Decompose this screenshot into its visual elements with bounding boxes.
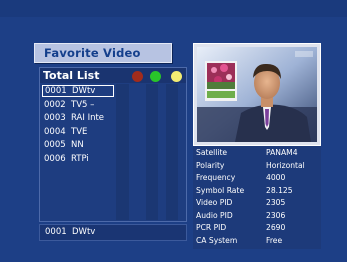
channel-name: RTPi	[71, 154, 89, 164]
info-row-pcr-pid: PCR PID 2690	[196, 222, 318, 233]
info-value: Horizontal	[266, 160, 305, 170]
current-channel-name: DWtv	[72, 227, 96, 237]
tv-menu-screen: Favorite Video Total List 0001 DWtv 0002 T…	[0, 0, 347, 262]
channel-number: 0005	[44, 140, 66, 150]
channel-info-panel: Satellite PANAM4 Polarity Horizontal Fre…	[193, 146, 321, 249]
video-preview	[197, 47, 317, 142]
info-row-polarity: Polarity Horizontal	[196, 160, 318, 171]
info-value: 28.125	[266, 185, 293, 195]
channel-row[interactable]: 0004 TVE	[42, 126, 114, 138]
menu-title-box: Favorite Video	[34, 43, 172, 63]
channel-number: 0006	[44, 154, 66, 164]
info-label: Frequency	[196, 173, 236, 182]
info-label: Audio PID	[196, 210, 233, 220]
yellow-key-icon[interactable]	[171, 71, 182, 82]
info-row-satellite: Satellite PANAM4	[196, 147, 318, 158]
info-row-ca-system: CA System Free	[196, 235, 318, 246]
channel-row[interactable]: 0002 TV5 –	[42, 99, 114, 111]
info-label: PCR PID	[196, 223, 227, 232]
channel-row[interactable]: 0003 RAI Inte	[42, 112, 114, 124]
info-label: Satellite	[196, 148, 228, 157]
info-row-video-pid: Video PID 2305	[196, 197, 318, 208]
column-divider	[116, 84, 129, 220]
channel-name: NN	[71, 140, 84, 150]
channel-list-panel: Total List 0001 DWtv 0002 TV5 – 0003 RAI In…	[39, 67, 187, 222]
info-value: Free	[266, 235, 283, 245]
news-anchor-image	[197, 47, 317, 142]
current-channel-text: 0001 DWtv	[43, 225, 95, 240]
info-value: 2305	[266, 198, 286, 207]
info-label: Symbol Rate	[196, 185, 245, 195]
channel-number: 0002	[44, 100, 66, 110]
channel-number: 0001	[45, 86, 67, 96]
channel-name: RAI Inte	[71, 113, 105, 123]
info-row-frequency: Frequency 4000	[196, 172, 318, 183]
channel-list-header: Total List	[40, 68, 186, 83]
channel-row[interactable]: 0005 NN	[42, 139, 114, 151]
channel-list-title: Total List	[43, 69, 100, 82]
channel-row[interactable]: 0001 DWtv	[42, 85, 114, 97]
info-label: Polarity	[196, 160, 225, 170]
channel-number: 0003	[44, 113, 66, 123]
info-label: CA System	[196, 235, 238, 245]
info-value: PANAM4	[266, 148, 298, 157]
green-key-icon[interactable]	[150, 71, 161, 82]
info-value: 2690	[266, 223, 286, 232]
top-bar	[0, 0, 347, 17]
channel-row[interactable]: 0006 RTPi	[42, 153, 114, 165]
menu-title: Favorite Video	[44, 46, 141, 60]
info-value: 4000	[266, 173, 286, 182]
current-channel-bar: 0001 DWtv	[39, 224, 187, 241]
column-divider	[166, 84, 178, 220]
channel-name: TVE	[71, 127, 88, 137]
info-value: 2306	[266, 210, 286, 220]
info-label: Video PID	[196, 198, 233, 207]
info-row-symbol-rate: Symbol Rate 28.125	[196, 185, 318, 196]
current-channel-number: 0001	[45, 227, 67, 237]
red-key-icon[interactable]	[132, 71, 143, 82]
column-divider	[146, 84, 158, 220]
video-preview-frame	[193, 43, 321, 146]
channel-number: 0004	[44, 127, 66, 137]
channel-name: TV5 –	[71, 100, 95, 110]
info-row-audio-pid: Audio PID 2306	[196, 210, 318, 221]
channel-name: DWtv	[72, 86, 96, 96]
